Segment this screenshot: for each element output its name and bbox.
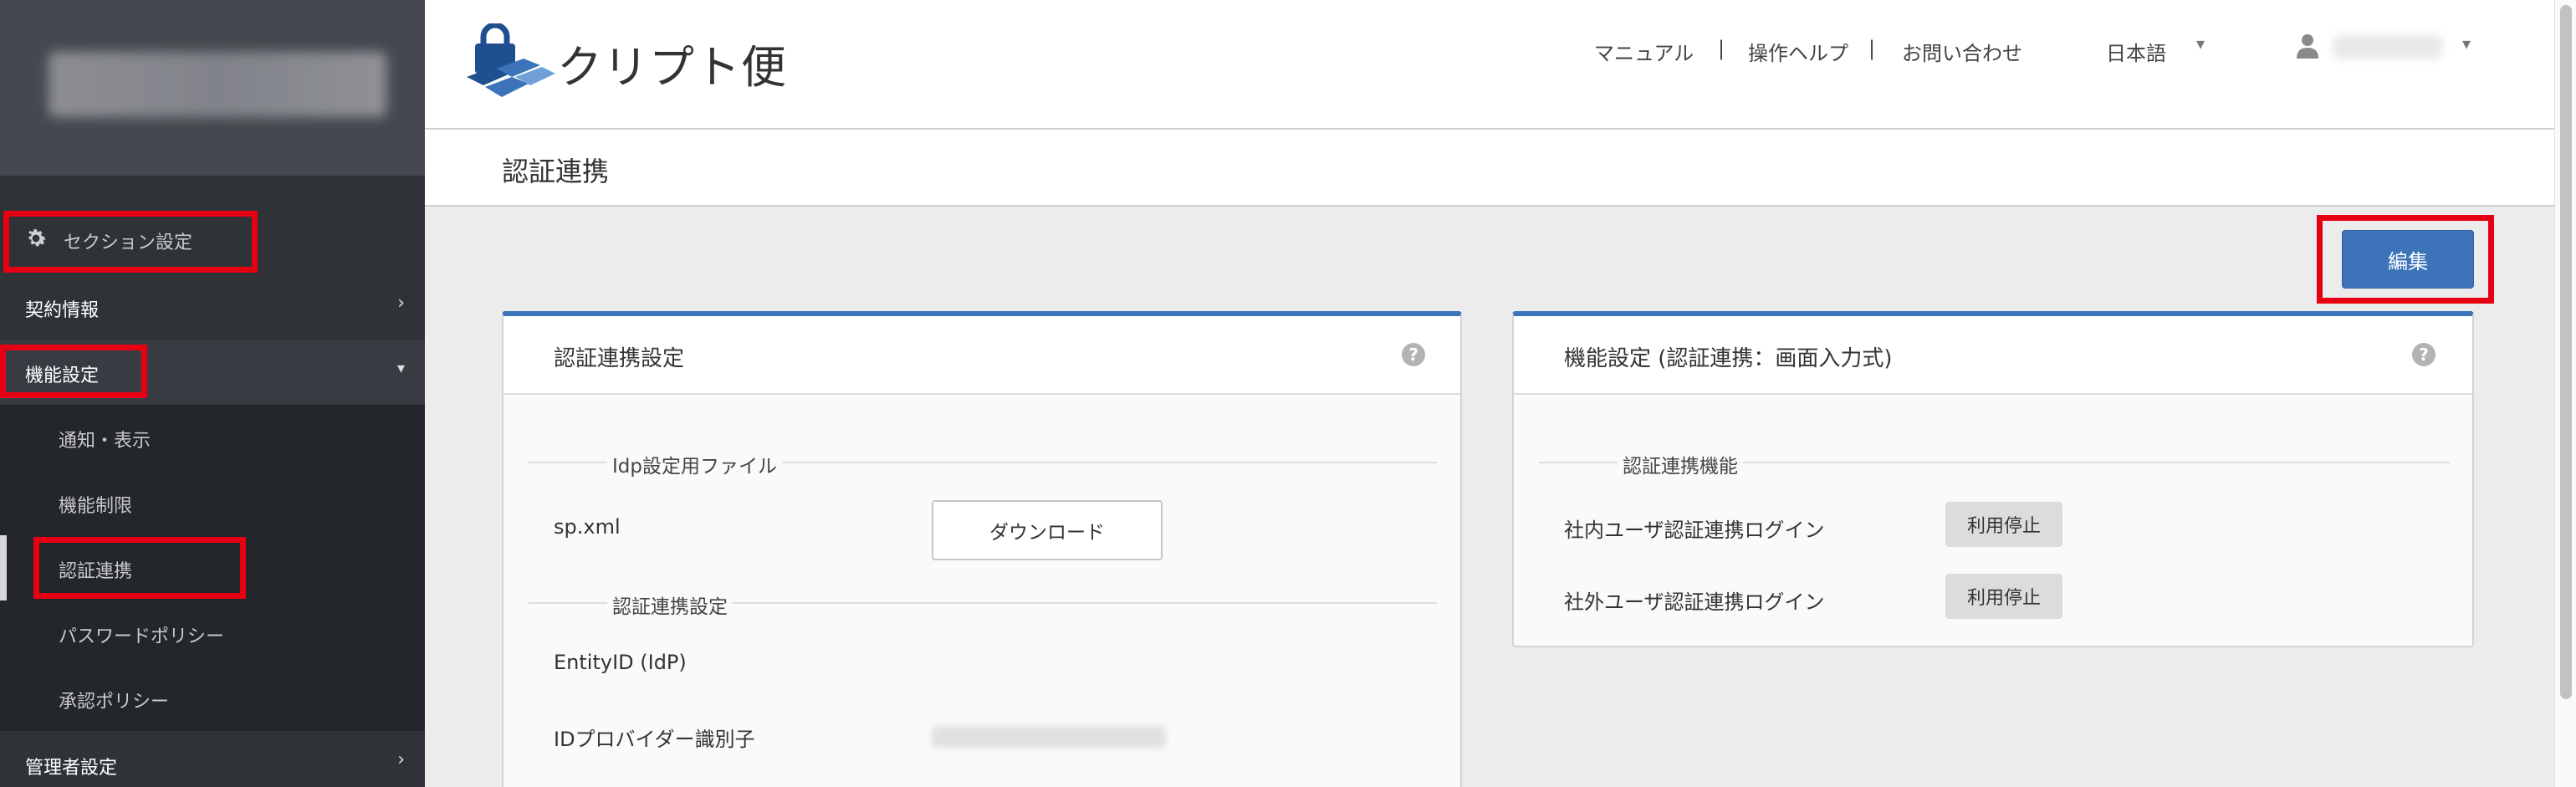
idp-identifier-value [932,726,1166,748]
nav-manual-link[interactable]: マニュアル [1594,37,1694,66]
chevron-down-icon[interactable]: ▾ [2462,33,2471,54]
page-scrollbar[interactable] [2554,0,2576,787]
chevron-down-icon[interactable]: ▾ [2196,33,2205,54]
edit-button[interactable]: 編集 [2342,230,2474,289]
card-header: 認証連携設定 ? [503,316,1460,395]
status-badge: 利用停止 [1945,502,2062,547]
sidebar-item-label: パスワードポリシー [59,626,225,647]
card-title: 機能設定 (認証連携：画面入力式) [1564,346,1893,371]
card-title: 認証連携設定 [554,346,685,371]
sidebar-item-label: 機能制限 [59,496,133,517]
entity-id-label: EntityID (IdP) [554,651,687,674]
sidebar-item-password-policy[interactable]: パスワードポリシー [0,600,425,666]
section-label: 認証連携機能 [1618,450,1743,478]
nav-separator: | [1718,37,1725,60]
lock-logo-icon [467,23,555,97]
section-label: Idp設定用ファイル [607,450,782,478]
card-header: 機能設定 (認証連携：画面入力式) ? [1514,316,2472,395]
highlight-section-settings [3,211,258,273]
download-button[interactable]: ダウンロード [932,500,1163,560]
help-icon[interactable]: ? [2412,343,2435,366]
highlight-auth-linkage [33,537,246,599]
sidebar-header [0,0,425,176]
internal-user-login-label: 社内ユーザ認証連携ログイン [1564,519,1825,542]
scrollbar-thumb[interactable] [2560,5,2572,699]
status-badge: 利用停止 [1945,574,2062,619]
user-icon [2297,34,2318,59]
sidebar-item-label: 契約情報 [25,300,100,321]
chevron-right-icon: › [397,749,405,770]
language-selector[interactable]: 日本語 [2106,37,2166,66]
feature-settings-card: 機能設定 (認証連携：画面入力式) ? 認証連携機能 社内ユーザ認証連携ログイン… [1512,311,2474,647]
idp-identifier-label: IDプロバイダー識別子 [554,728,755,751]
auth-linkage-settings-card: 認証連携設定 ? Idp設定用ファイル sp.xml ダウンロード 認証連携設定… [502,311,1462,787]
external-user-login-label: 社外ユーザ認証連携ログイン [1564,590,1825,614]
sidebar-item-label: 管理者設定 [25,758,118,779]
sidebar-item-contract[interactable]: 契約情報 › [0,274,425,340]
chevron-down-icon: ▾ [396,360,405,377]
help-icon[interactable]: ? [1402,343,1425,366]
sidebar-item-approval-policy[interactable]: 承認ポリシー [0,666,425,731]
chevron-right-icon: › [397,293,405,314]
page-title: 認証連携 [502,156,610,187]
page-title-bar: 認証連携 [425,130,2554,207]
organization-logo [49,52,386,117]
sidebar-item-notification[interactable]: 通知・表示 [0,405,425,470]
user-name[interactable] [2333,35,2442,59]
sidebar-item-admin-settings[interactable]: 管理者設定 › [0,731,425,787]
nav-contact-link[interactable]: お問い合わせ [1902,37,2022,66]
nav-separator: | [1868,37,1876,60]
file-label: sp.xml [554,515,621,539]
sidebar-item-restrictions[interactable]: 機能制限 [0,470,425,535]
app-logo-text: クリプト便 [557,41,787,94]
top-header: クリプト便 マニュアル | 操作ヘルプ | お問い合わせ 日本語 ▾ ▾ [425,0,2554,130]
active-indicator [0,535,7,600]
section-label: 認証連携設定 [607,590,733,619]
sidebar-item-label: 承認ポリシー [59,692,170,713]
nav-help-link[interactable]: 操作ヘルプ [1748,37,1848,66]
sidebar-item-label: 通知・表示 [59,431,151,452]
highlight-feature-settings [0,345,147,398]
